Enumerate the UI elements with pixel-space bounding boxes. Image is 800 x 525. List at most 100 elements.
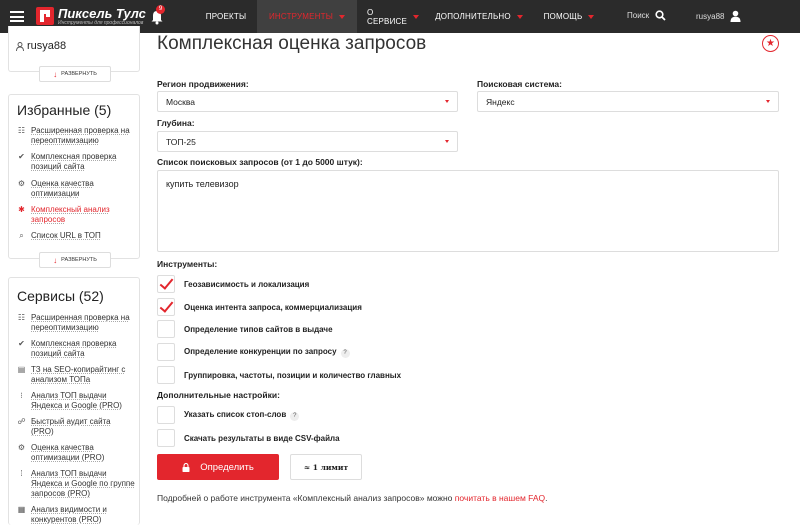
- limit-badge: ≈ 1 лимит: [290, 454, 362, 480]
- tool-option-site-types[interactable]: Определение типов сайтов в выдаче: [157, 319, 333, 339]
- arrow-down-icon: ↓: [53, 69, 58, 79]
- services-card: Сервисы (52) ☷ Расширенная проверка на п…: [8, 277, 140, 525]
- expand-user-button[interactable]: ↓ развернуть: [39, 66, 111, 82]
- faq-end: .: [545, 493, 548, 503]
- star-icon[interactable]: ★: [762, 35, 779, 52]
- region-select[interactable]: Москва: [157, 91, 458, 112]
- nav-about-label: О СЕРВИСЕ: [366, 7, 408, 26]
- favorite-item-label: Расширенная проверка на переоптимизацию: [31, 126, 130, 145]
- favorites-card: Избранные (5) ☷ Расширенная проверка на …: [8, 94, 140, 259]
- tool-option-label: Геозависимость и локализация: [184, 279, 310, 289]
- checkbox[interactable]: [157, 406, 175, 424]
- service-item[interactable]: ⁝ Анализ ТОП выдачи Яндекса и Google (PR…: [17, 391, 135, 411]
- service-item[interactable]: ☷ Расширенная проверка на переоптимизаци…: [17, 313, 135, 333]
- favorite-item-label: Комплексная проверка позиций сайта: [31, 152, 117, 171]
- submit-button[interactable]: Определить: [157, 454, 279, 480]
- search-icon: [655, 10, 666, 21]
- service-item[interactable]: ✔ Комплексная проверка позиций сайта: [17, 339, 135, 359]
- checkbox-checked[interactable]: [157, 275, 175, 293]
- faq-text: Подробней о работе инструмента «Комплекс…: [157, 493, 455, 503]
- tool-option-label: Группировка, частоты, позиции и количест…: [184, 370, 402, 380]
- checkbox[interactable]: [157, 366, 175, 384]
- region-label: Регион продвижения:: [157, 79, 249, 89]
- submit-label: Определить: [200, 461, 254, 473]
- extra-option-label: Скачать результаты в виде CSV-файла: [184, 433, 340, 443]
- service-item-label: Комплексная проверка позиций сайта: [31, 339, 117, 358]
- expand-favorites-button[interactable]: ↓ развернуть: [39, 252, 111, 268]
- dots-icon: ⁞: [20, 469, 23, 478]
- nav-projects[interactable]: ПРОЕКТЫ: [195, 0, 257, 33]
- users-icon: ☍: [17, 417, 26, 426]
- tools-label: Инструменты:: [157, 259, 218, 269]
- service-item[interactable]: ⚙ Оценка качества оптимизации (PRO): [17, 443, 135, 463]
- chevron-down-icon: [445, 100, 449, 103]
- sidebar-username: rusya88: [27, 40, 67, 52]
- checkbox[interactable]: [157, 320, 175, 338]
- tool-option-intent[interactable]: Оценка интента запроса, коммерциализация: [157, 297, 362, 317]
- tool-option-geo[interactable]: Геозависимость и локализация: [157, 274, 309, 294]
- engine-value: Яндекс: [486, 96, 515, 107]
- nav-about[interactable]: О СЕРВИСЕ: [357, 0, 429, 33]
- extra-option-label: Указать список стоп-слов: [184, 409, 287, 419]
- favorites-title: Избранные (5): [17, 102, 112, 118]
- nav-help[interactable]: ПОМОЩЬ: [529, 0, 609, 33]
- tool-option-competition[interactable]: Определение конкуренции по запросу?: [157, 342, 350, 362]
- queries-textarea[interactable]: купить телевизор: [157, 170, 779, 252]
- service-item-label: Быстрый аудит сайта (PRO): [31, 417, 111, 436]
- expand-label: развернуть: [61, 257, 97, 263]
- nav-more[interactable]: ДОПОЛНИТЕЛЬНО: [429, 0, 529, 33]
- gear-icon: ✱: [18, 205, 25, 214]
- help-icon[interactable]: ?: [340, 348, 350, 358]
- service-item[interactable]: ☍ Быстрый аудит сайта (PRO): [17, 417, 135, 437]
- nav-tools[interactable]: ИНСТРУМЕНТЫ: [257, 0, 357, 33]
- faq-link[interactable]: почитать в нашем FAQ: [455, 493, 545, 503]
- user-icon: [16, 42, 24, 51]
- service-item-label: ТЗ на SEO-копирайтинг с анализом ТОПа: [31, 365, 126, 384]
- favorite-item[interactable]: ⚙ Оценка качества оптимизации: [17, 179, 135, 199]
- service-item[interactable]: ▦ Анализ видимости и конкурентов (PRO): [17, 505, 135, 525]
- logo[interactable]: Пиксель Тулс Инструменты для профессиона…: [36, 5, 146, 27]
- tool-option-grouping[interactable]: Группировка, частоты, позиции и количест…: [157, 365, 401, 385]
- queries-label: Список поисковых запросов (от 1 до 5000 …: [157, 157, 363, 167]
- chevron-down-icon: [588, 14, 595, 19]
- nav-more-label: ДОПОЛНИТЕЛЬНО: [435, 12, 511, 21]
- depth-label: Глубина:: [157, 118, 195, 128]
- extra-option-csv[interactable]: Скачать результаты в виде CSV-файла: [157, 428, 340, 448]
- engine-select[interactable]: Яндекс: [477, 91, 779, 112]
- gears-icon: ⚙: [17, 179, 26, 188]
- chevron-down-icon: [766, 100, 770, 103]
- favorite-item[interactable]: ⌕ Список URL в ТОП: [17, 231, 101, 241]
- username-top: rusya88: [696, 11, 725, 21]
- menu-icon[interactable]: [10, 11, 24, 22]
- extra-label: Дополнительные настройки:: [157, 390, 280, 400]
- check-icon: ✔: [18, 152, 25, 161]
- service-item[interactable]: ▤ ТЗ на SEO-копирайтинг с анализом ТОПа: [17, 365, 135, 385]
- region-value: Москва: [166, 96, 196, 107]
- nav-projects-label: ПРОЕКТЫ: [205, 12, 247, 21]
- arrow-down-icon: ↓: [53, 255, 58, 265]
- favorite-item[interactable]: ✔ Комплексная проверка позиций сайта: [17, 152, 135, 172]
- checkbox[interactable]: [157, 429, 175, 447]
- service-item[interactable]: ⁞ Анализ ТОП выдачи Яндекса и Google по …: [17, 469, 135, 499]
- favorite-item-active[interactable]: ✱ Комплексный анализ запросов: [17, 205, 135, 225]
- service-item-label: Анализ видимости и конкурентов (PRO): [31, 505, 107, 524]
- doc-icon: ▤: [17, 365, 26, 374]
- tool-option-label-wrap: Определение конкуренции по запросу?: [184, 347, 350, 358]
- service-item-label: Оценка качества оптимизации (PRO): [31, 443, 105, 462]
- favorite-item[interactable]: ☷ Расширенная проверка на переоптимизаци…: [17, 126, 135, 146]
- extra-option-stopwords[interactable]: Указать список стоп-слов?: [157, 405, 300, 425]
- favorite-item-label: Комплексный анализ запросов: [31, 205, 110, 224]
- user-menu[interactable]: rusya88: [696, 10, 741, 22]
- logo-title: Пиксель Тулс: [58, 6, 146, 21]
- checkbox[interactable]: [157, 343, 175, 361]
- help-icon[interactable]: ?: [290, 411, 300, 421]
- checkbox-checked[interactable]: [157, 298, 175, 316]
- nav-help-label: ПОМОЩЬ: [543, 12, 583, 21]
- depth-select[interactable]: ТОП-25: [157, 131, 458, 152]
- list-icon: ☷: [17, 126, 26, 135]
- service-item-label: Анализ ТОП выдачи Яндекса и Google по гр…: [31, 469, 135, 498]
- chevron-down-icon: [339, 14, 346, 19]
- bars-icon: ▦: [17, 505, 26, 514]
- extra-option-label-wrap: Указать список стоп-слов?: [184, 409, 300, 421]
- search-button[interactable]: Поиск: [627, 10, 666, 21]
